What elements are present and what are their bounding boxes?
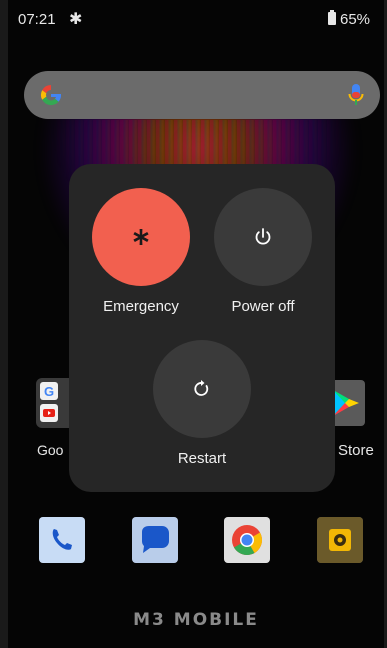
brand-logo: M3 MOBILE <box>133 610 259 630</box>
youtube-mini-icon <box>40 404 58 422</box>
power-menu: Emergency Power off Restart <box>69 164 335 492</box>
chrome-icon[interactable] <box>224 517 270 563</box>
svg-text:G: G <box>44 384 54 399</box>
emergency-button[interactable] <box>92 188 190 286</box>
camera-app-icon[interactable] <box>317 517 363 563</box>
device-frame: 07:21 ✱ 65% G Goo Store M3 MOBILE Emerge… <box>0 0 387 648</box>
asterisk-icon <box>133 229 149 245</box>
power-off-button[interactable] <box>214 188 312 286</box>
phone-icon[interactable] <box>39 517 85 563</box>
play-store-icon[interactable] <box>331 380 365 426</box>
restart-label: Restart <box>177 450 227 467</box>
play-store-label: Store <box>338 442 374 459</box>
restart-icon <box>194 380 209 396</box>
mic-icon[interactable] <box>348 83 364 107</box>
google-mini-icon: G <box>40 382 58 400</box>
battery-percentage: 65% <box>340 11 371 28</box>
gear-icon: ✱ <box>69 11 83 28</box>
power-off-label: Power off <box>231 298 295 315</box>
emergency-label: Emergency <box>103 298 179 315</box>
google-search-bar[interactable] <box>24 71 380 119</box>
home-screen: 07:21 ✱ 65% G Goo Store M3 MOBILE Emerge… <box>8 0 384 648</box>
google-folder-label: Goo <box>37 442 64 458</box>
restart-button[interactable] <box>153 340 251 438</box>
status-time: 07:21 <box>18 11 56 28</box>
status-bar: 07:21 ✱ 65% <box>8 0 384 36</box>
google-g-icon <box>40 84 62 106</box>
power-icon <box>255 228 271 245</box>
messages-icon[interactable] <box>132 517 178 563</box>
battery-icon <box>328 10 336 25</box>
